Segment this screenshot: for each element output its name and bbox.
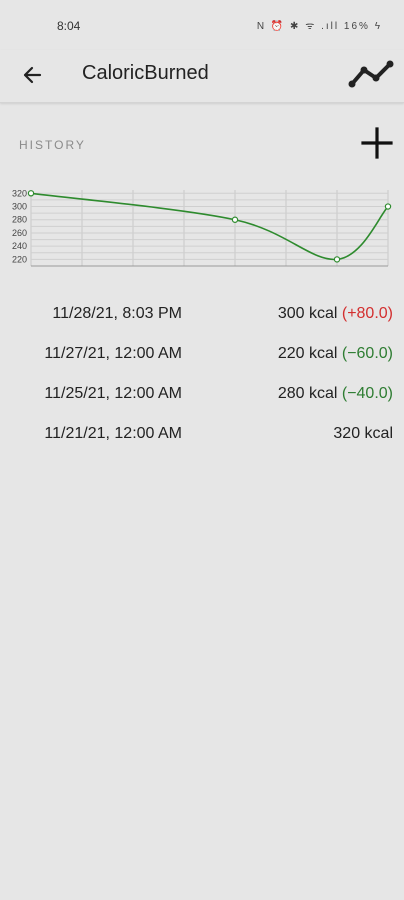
list-item[interactable]: 11/28/21, 8:03 PM 300 kcal (+80.0) — [0, 294, 404, 334]
arrow-left-icon — [23, 66, 42, 84]
chart-data-point — [384, 203, 392, 210]
list-item[interactable]: 11/21/21, 12:00 AM 320 kcal — [0, 414, 404, 454]
entries-list: 11/28/21, 8:03 PM 300 kcal (+80.0) 11/27… — [0, 294, 404, 454]
entry-delta: (+80.0) — [341, 305, 393, 322]
chart-toggle-button[interactable] — [346, 56, 396, 94]
back-button[interactable] — [18, 60, 48, 90]
entry-date: 11/25/21, 12:00 AM — [44, 385, 182, 402]
entry-value: 280 kcal (−40.0) — [278, 385, 393, 403]
entry-kcal: 320 kcal — [333, 425, 393, 442]
history-chart: 220 240 260 280 300 320 — [12, 188, 392, 267]
list-item[interactable]: 11/27/21, 12:00 AM 220 kcal (−60.0) — [0, 334, 404, 374]
entry-kcal: 220 kcal — [277, 345, 338, 362]
y-tick-label: 300 — [12, 202, 27, 212]
app-bar: CaloricBurned — [0, 50, 404, 103]
chart-data-point — [333, 256, 341, 263]
entry-value: 220 kcal (−60.0) — [278, 345, 393, 363]
entry-value: 300 kcal (+80.0) — [278, 305, 393, 323]
entry-date: 11/27/21, 12:00 AM — [44, 345, 182, 362]
y-tick-label: 320 — [12, 188, 27, 198]
y-tick-label: 240 — [12, 241, 27, 251]
status-icons: N ⏰ ✱ ᯤ .ıll 16% ϟ — [256, 21, 382, 32]
status-bar: 8:04 N ⏰ ✱ ᯤ .ıll 16% ϟ — [0, 0, 404, 50]
entry-delta: (−60.0) — [341, 345, 393, 362]
entry-date: 11/28/21, 8:03 PM — [52, 305, 182, 322]
y-tick-label: 280 — [12, 215, 27, 225]
chart-data-point — [231, 216, 239, 223]
page-title: CaloricBurned — [82, 62, 209, 84]
entry-date: 11/21/21, 12:00 AM — [44, 425, 182, 442]
entry-value: 320 kcal — [333, 425, 393, 443]
y-tick-label: 260 — [12, 228, 27, 238]
y-tick-label: 220 — [12, 254, 27, 264]
entry-kcal: 300 kcal — [277, 305, 338, 322]
chart-data-point — [27, 190, 35, 197]
history-label: HISTORY — [19, 138, 86, 152]
trend-line-icon — [348, 60, 394, 88]
list-item[interactable]: 11/25/21, 12:00 AM 280 kcal (−40.0) — [0, 374, 404, 414]
entry-kcal: 280 kcal — [277, 385, 338, 402]
entry-delta: (−40.0) — [341, 385, 393, 402]
add-entry-button[interactable] — [360, 126, 394, 160]
status-time: 8:04 — [57, 19, 81, 33]
plus-icon — [361, 127, 393, 159]
